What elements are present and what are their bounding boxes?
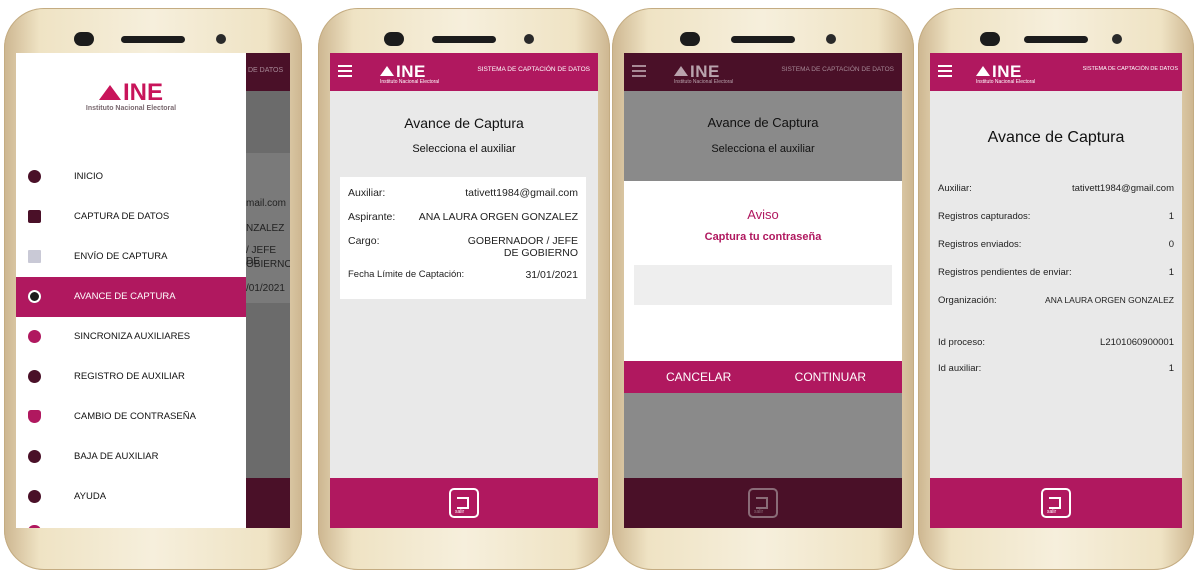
dialog-subtitle: Captura tu contraseña bbox=[704, 231, 822, 243]
menu-item-sincroniza[interactable]: SINCRONIZA AUXILIARES bbox=[16, 317, 246, 357]
behind-text: DE DATOS bbox=[248, 67, 284, 74]
menu-item-partial bbox=[28, 525, 41, 528]
shield-icon bbox=[28, 410, 41, 423]
system-title: SISTEMA DE CAPTACIÓN DE DATOS bbox=[1082, 66, 1178, 72]
screen-2: INE Instituto Nacional Electoral SISTEMA … bbox=[330, 53, 598, 528]
select-auxiliar-link: Selecciona el auxiliar bbox=[711, 143, 815, 155]
speaker bbox=[731, 36, 795, 43]
behind-text: OBIERNO bbox=[246, 259, 290, 270]
camera-icon bbox=[980, 32, 1000, 46]
dialog-actions: CANCELAR CONTINUAR bbox=[624, 361, 902, 393]
screen-3: INE Instituto Nacional Electoral SISTEMA … bbox=[624, 53, 902, 528]
app-header: INE Instituto Nacional Electoral SISTEMA … bbox=[930, 53, 1182, 91]
sensor-icon bbox=[1112, 34, 1122, 44]
ine-logo: INE Instituto Nacional Electoral bbox=[976, 62, 1036, 85]
home-icon bbox=[28, 170, 41, 183]
page-title: Avance de Captura bbox=[987, 129, 1125, 146]
capture-icon bbox=[28, 210, 41, 223]
sensor-icon bbox=[826, 34, 836, 44]
sensor-icon bbox=[216, 34, 226, 44]
app-footer bbox=[930, 478, 1182, 528]
menu-item-cambio[interactable]: CAMBIO DE CONTRASEÑA bbox=[16, 397, 246, 437]
mail-icon bbox=[28, 250, 41, 263]
app-footer bbox=[330, 478, 598, 528]
behind-text: mail.com bbox=[246, 198, 287, 209]
camera-icon bbox=[680, 32, 700, 46]
help-icon bbox=[28, 490, 41, 503]
menu-item-inicio[interactable]: INICIO bbox=[16, 157, 246, 197]
exit-icon[interactable] bbox=[449, 488, 479, 518]
menu-item-ayuda[interactable]: AYUDA bbox=[16, 477, 246, 517]
app-header: INE Instituto Nacional Electoral SISTEMA … bbox=[624, 53, 902, 91]
auxiliar-card[interactable]: Auxiliar: tativett1984@gmail.com Aspirant… bbox=[340, 177, 586, 299]
phone-1: DE DATOS mail.com NZALEZ / JEFE DE OBIER… bbox=[4, 8, 302, 570]
app-header: INE Instituto Nacional Electoral SISTEMA … bbox=[330, 53, 598, 91]
remove-user-icon bbox=[28, 450, 41, 463]
system-title: SISTEMA DE CAPTACIÓN DE DATOS bbox=[477, 66, 590, 73]
select-auxiliar-link[interactable]: Selecciona el auxiliar bbox=[330, 143, 598, 155]
dialog-title: Aviso bbox=[747, 207, 779, 222]
cancel-button[interactable]: CANCELAR bbox=[666, 370, 731, 384]
phone-3: INE Instituto Nacional Electoral SISTEMA … bbox=[612, 8, 914, 570]
password-input[interactable] bbox=[634, 265, 892, 305]
ine-logo: INE Instituto Nacional Electoral bbox=[380, 62, 440, 85]
continue-button[interactable]: CONTINUAR bbox=[795, 370, 866, 384]
speaker bbox=[1024, 36, 1088, 43]
screen-4: INE Instituto Nacional Electoral SISTEMA … bbox=[930, 53, 1182, 528]
phone-2: INE Instituto Nacional Electoral SISTEMA … bbox=[318, 8, 610, 570]
navigation-drawer: INE Instituto Nacional Electoral INICIO … bbox=[16, 53, 246, 528]
hamburger-menu-icon bbox=[632, 65, 646, 77]
speaker bbox=[432, 36, 496, 43]
menu-item-baja[interactable]: BAJA DE AUXILIAR bbox=[16, 437, 246, 477]
system-title: SISTEMA DE CAPTACIÓN DE DATOS bbox=[781, 66, 894, 73]
behind-text: /01/2021 bbox=[246, 283, 285, 294]
hamburger-menu-icon[interactable] bbox=[938, 65, 952, 77]
screen-1: DE DATOS mail.com NZALEZ / JEFE DE OBIER… bbox=[16, 53, 290, 528]
hamburger-menu-icon[interactable] bbox=[338, 65, 352, 77]
menu-item-envio[interactable]: ENVÍO DE CAPTURA bbox=[16, 237, 246, 277]
camera-icon bbox=[384, 32, 404, 46]
exit-icon bbox=[748, 488, 778, 518]
menu-item-captura[interactable]: CAPTURA DE DATOS bbox=[16, 197, 246, 237]
behind-text: NZALEZ bbox=[246, 223, 285, 234]
ine-logo: INE Instituto Nacional Electoral bbox=[85, 79, 177, 112]
camera-icon bbox=[74, 32, 94, 46]
sensor-icon bbox=[524, 34, 534, 44]
page-title: Avance de Captura bbox=[404, 115, 524, 131]
app-footer bbox=[624, 478, 902, 528]
progress-icon bbox=[28, 290, 41, 303]
phone-4: INE Instituto Nacional Electoral SISTEMA … bbox=[918, 8, 1194, 570]
page-title: Avance de Captura bbox=[707, 115, 819, 130]
ine-logo: INE Instituto Nacional Electoral bbox=[674, 62, 734, 85]
dimmed-background[interactable]: DE DATOS mail.com NZALEZ / JEFE DE OBIER… bbox=[244, 53, 290, 528]
sync-icon bbox=[28, 330, 41, 343]
speaker bbox=[121, 36, 185, 43]
password-dialog: Aviso Captura tu contraseña CANCELAR CON… bbox=[624, 181, 902, 393]
menu-item-registro[interactable]: REGISTRO DE AUXILIAR bbox=[16, 357, 246, 397]
menu-item-avance[interactable]: AVANCE DE CAPTURA bbox=[16, 277, 246, 317]
add-user-icon bbox=[28, 370, 41, 383]
exit-icon[interactable] bbox=[1041, 488, 1071, 518]
